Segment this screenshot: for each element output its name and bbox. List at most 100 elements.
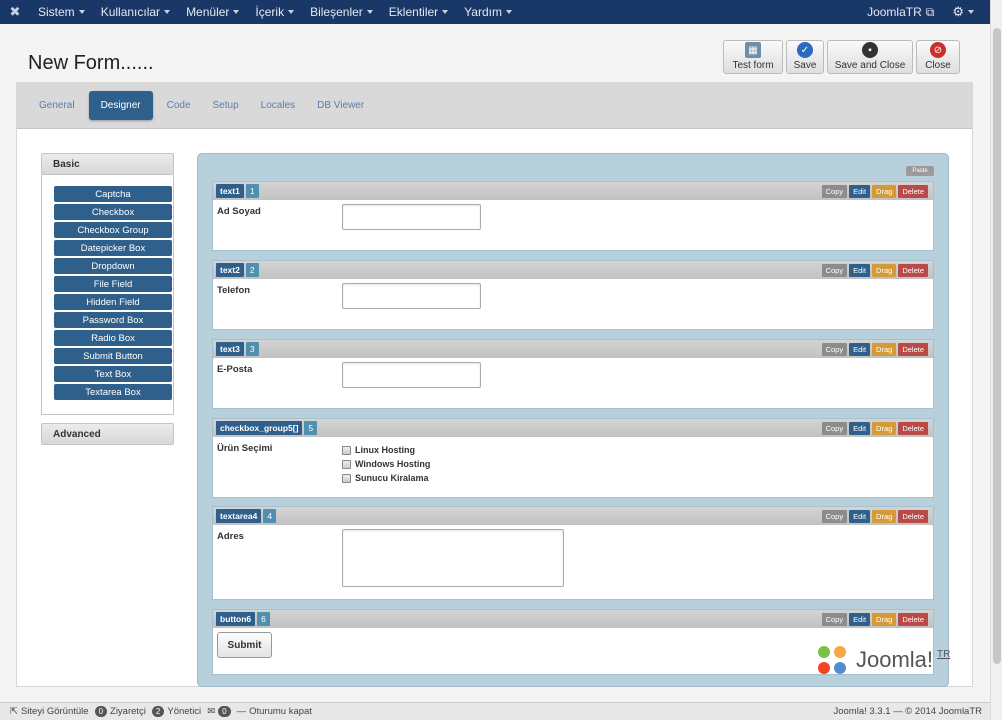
tab-db-viewer[interactable]: DB Viewer bbox=[309, 94, 372, 117]
palette-textarea-box[interactable]: Textarea Box bbox=[54, 384, 172, 400]
caret-down-icon bbox=[233, 10, 240, 14]
palette-dropdown[interactable]: Dropdown bbox=[54, 258, 172, 274]
edit-button[interactable]: Edit bbox=[849, 184, 871, 198]
checkbox[interactable] bbox=[342, 459, 351, 469]
minus-icon: — bbox=[236, 706, 247, 717]
toolbar: ▦ Test form ✓ Save ▪ Save and Close ⊘ Cl… bbox=[723, 40, 960, 74]
messages-status[interactable]: ✉ 0 bbox=[207, 706, 231, 717]
delete-button[interactable]: Delete bbox=[898, 509, 928, 523]
menu-label: Bileşenler bbox=[310, 5, 363, 19]
menu-label: Menüler bbox=[186, 5, 230, 19]
palette-advanced-header[interactable]: Advanced bbox=[41, 423, 174, 445]
button-label: Close bbox=[925, 60, 951, 71]
drag-handle[interactable]: Drag bbox=[872, 342, 897, 356]
copy-button[interactable]: Copy bbox=[821, 421, 848, 435]
menu-menuler[interactable]: Menüler bbox=[178, 0, 247, 24]
menu-icerik[interactable]: İçerik bbox=[247, 0, 302, 24]
palette-basic-list: Captcha Checkbox Checkbox Group Datepick… bbox=[41, 175, 174, 415]
edit-button[interactable]: Edit bbox=[849, 263, 871, 277]
checkbox-option[interactable]: Sunucu Kiralama bbox=[342, 471, 430, 485]
tab-designer[interactable]: Designer bbox=[88, 91, 153, 120]
site-link[interactable]: JoomlaTR ⧉ bbox=[867, 5, 934, 20]
field-number: 2 bbox=[245, 263, 259, 277]
joomla-logo-icon[interactable]: ✖ bbox=[0, 0, 30, 24]
settings-menu[interactable]: ⚙ bbox=[952, 4, 974, 20]
menu-label: Sistem bbox=[38, 5, 75, 19]
field-header: text1 1 Copy Edit Drag Delete bbox=[213, 182, 933, 200]
palette-checkbox[interactable]: Checkbox bbox=[54, 204, 172, 220]
palette-hidden-field[interactable]: Hidden Field bbox=[54, 294, 172, 310]
view-site-label: Siteyi Görüntüle bbox=[20, 706, 89, 717]
tab-code[interactable]: Code bbox=[159, 94, 199, 117]
copy-button[interactable]: Copy bbox=[821, 612, 848, 626]
delete-button[interactable]: Delete bbox=[898, 263, 928, 277]
palette-checkbox-group[interactable]: Checkbox Group bbox=[54, 222, 172, 238]
submit-button[interactable]: Submit bbox=[217, 632, 272, 658]
drag-handle[interactable]: Drag bbox=[872, 421, 897, 435]
copy-button[interactable]: Copy bbox=[821, 342, 848, 356]
field-header: button6 6 Copy Edit Drag Delete bbox=[213, 610, 933, 628]
edit-button[interactable]: Edit bbox=[849, 509, 871, 523]
visitors-status: 0 Ziyaretçi bbox=[94, 706, 146, 717]
palette-radio-box[interactable]: Radio Box bbox=[54, 330, 172, 346]
palette-file-field[interactable]: File Field bbox=[54, 276, 172, 292]
save-button[interactable]: ✓ Save bbox=[786, 40, 824, 74]
messages-count: 0 bbox=[218, 706, 231, 717]
caret-down-icon bbox=[288, 10, 295, 14]
ad-soyad-input[interactable] bbox=[342, 204, 481, 230]
page-scrollbar[interactable] bbox=[990, 0, 1002, 720]
tab-setup[interactable]: Setup bbox=[205, 94, 247, 117]
menu-label: Eklentiler bbox=[388, 5, 439, 19]
copy-button[interactable]: Copy bbox=[821, 263, 848, 277]
logout-link[interactable]: — Oturumu kapat bbox=[237, 706, 312, 717]
copy-button[interactable]: Copy bbox=[821, 184, 848, 198]
menu-kullanicilar[interactable]: Kullanıcılar bbox=[93, 0, 178, 24]
delete-button[interactable]: Delete bbox=[898, 184, 928, 198]
caret-down-icon bbox=[78, 10, 85, 14]
field-number: 4 bbox=[263, 509, 277, 523]
palette-text-box[interactable]: Text Box bbox=[54, 366, 172, 382]
menu-eklentiler[interactable]: Eklentiler bbox=[381, 0, 456, 24]
checkbox[interactable] bbox=[342, 473, 351, 483]
menu-yardim[interactable]: Yardım bbox=[456, 0, 520, 24]
tab-locales[interactable]: Locales bbox=[253, 94, 303, 117]
drag-handle[interactable]: Drag bbox=[872, 509, 897, 523]
view-site-link[interactable]: ⇱ Siteyi Görüntüle bbox=[10, 706, 89, 717]
palette-submit-button[interactable]: Submit Button bbox=[54, 348, 172, 364]
delete-button[interactable]: Delete bbox=[898, 342, 928, 356]
caret-down-icon bbox=[968, 10, 974, 14]
drag-handle[interactable]: Drag bbox=[872, 184, 897, 198]
palette-basic-header[interactable]: Basic bbox=[41, 153, 174, 175]
test-form-button[interactable]: ▦ Test form bbox=[723, 40, 783, 74]
palette-password-box[interactable]: Password Box bbox=[54, 312, 172, 328]
delete-button[interactable]: Delete bbox=[898, 612, 928, 626]
external-link-icon: ⧉ bbox=[925, 4, 935, 19]
palette-captcha[interactable]: Captcha bbox=[54, 186, 172, 202]
telefon-input[interactable] bbox=[342, 283, 481, 309]
adres-textarea[interactable] bbox=[342, 529, 564, 587]
save-and-close-button[interactable]: ▪ Save and Close bbox=[827, 40, 913, 74]
drag-handle[interactable]: Drag bbox=[872, 612, 897, 626]
checkbox-option[interactable]: Windows Hosting bbox=[342, 457, 430, 471]
checkbox[interactable] bbox=[342, 445, 351, 455]
logout-label: Oturumu kapat bbox=[249, 706, 312, 717]
e-posta-input[interactable] bbox=[342, 362, 481, 388]
edit-button[interactable]: Edit bbox=[849, 612, 871, 626]
joomla-watermark: Joomla! TR bbox=[812, 640, 950, 680]
checkbox-option[interactable]: Linux Hosting bbox=[342, 443, 430, 457]
menu-sistem[interactable]: Sistem bbox=[30, 0, 93, 24]
edit-button[interactable]: Edit bbox=[849, 342, 871, 356]
tab-general[interactable]: General bbox=[31, 94, 83, 117]
scroll-thumb[interactable] bbox=[993, 28, 1001, 664]
menu-bilesenler[interactable]: Bileşenler bbox=[302, 0, 381, 24]
form-canvas: Paste text1 1 Copy Edit Drag Delete Ad S… bbox=[197, 153, 949, 687]
caret-down-icon bbox=[442, 10, 449, 14]
palette-datepicker-box[interactable]: Datepicker Box bbox=[54, 240, 172, 256]
close-button[interactable]: ⊘ Close bbox=[916, 40, 960, 74]
delete-button[interactable]: Delete bbox=[898, 421, 928, 435]
paste-button[interactable]: Paste bbox=[906, 166, 934, 176]
copy-button[interactable]: Copy bbox=[821, 509, 848, 523]
field-number: 6 bbox=[257, 612, 270, 626]
edit-button[interactable]: Edit bbox=[849, 421, 871, 435]
drag-handle[interactable]: Drag bbox=[872, 263, 897, 277]
